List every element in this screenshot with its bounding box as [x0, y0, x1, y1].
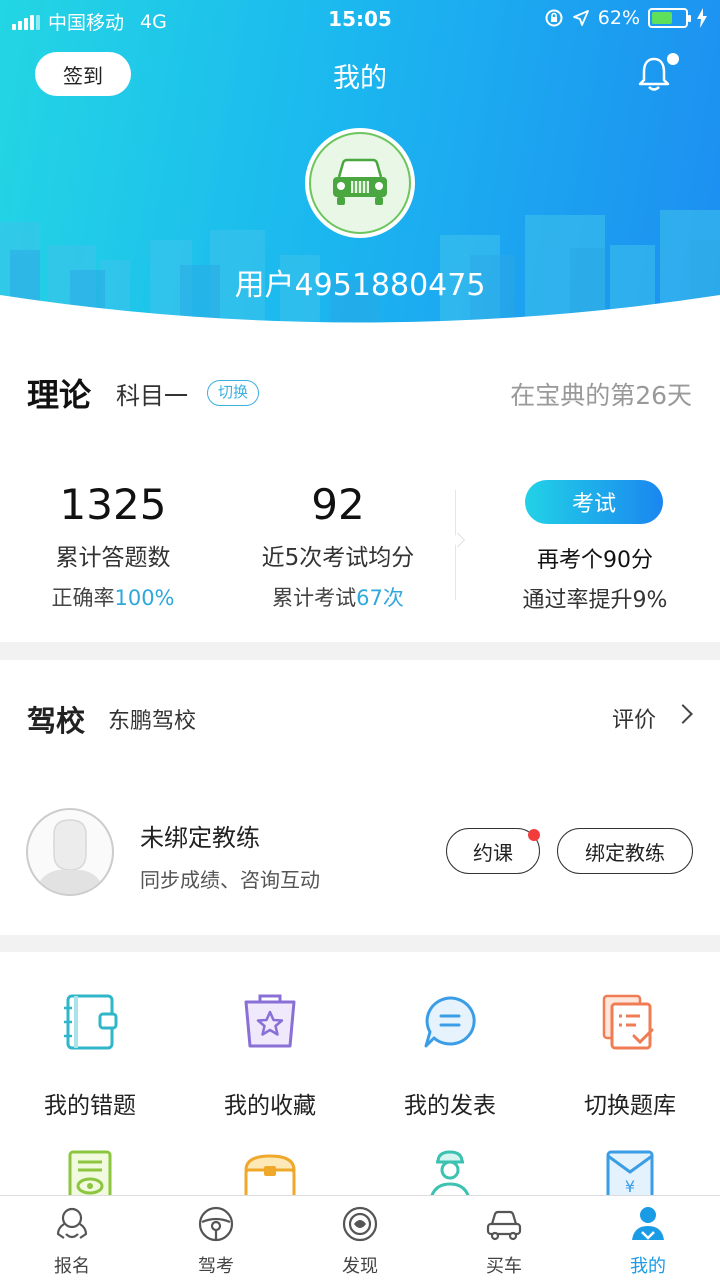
pass-rate-text: 通过率提升9%	[522, 588, 668, 613]
grid-item-row2-1[interactable]	[0, 1148, 180, 1195]
charging-icon	[697, 8, 707, 28]
grid-item-mistakes[interactable]: 我的错题	[0, 992, 180, 1120]
steering-wheel-icon	[198, 1206, 234, 1242]
exams-line: 累计考试67次	[226, 582, 450, 612]
tab-label: 我的	[630, 1256, 666, 1277]
svg-text:¥: ¥	[625, 1177, 635, 1195]
tab-mine[interactable]: 我的	[576, 1196, 720, 1280]
document-eye-icon	[68, 1150, 112, 1195]
grid-label: 我的发表	[404, 1093, 496, 1119]
grid-item-posts[interactable]: 我的发表	[360, 992, 540, 1120]
tab-label: 发现	[342, 1256, 378, 1277]
avg-score: 92	[311, 480, 365, 529]
profile-header: 中国移动 4G 15:05 62% 签到 我的 用户4951880475	[0, 0, 720, 330]
page-title: 我的	[333, 63, 387, 94]
avg-score-stat[interactable]: 92 近5次考试均分 累计考试67次	[226, 480, 450, 612]
answered-label: 累计答题数	[55, 545, 171, 571]
notebook-icon	[64, 994, 118, 1050]
status-bar: 中国移动 4G 15:05 62%	[0, 0, 720, 40]
feature-grid: 我的错题 我的收藏 我的发表 切换题库 ¥	[0, 952, 720, 1195]
star-bag-icon	[244, 994, 296, 1048]
grid-item-row2-4[interactable]: ¥	[540, 1148, 720, 1195]
status-right: 62%	[544, 7, 708, 29]
accuracy-line: 正确率100%	[0, 582, 226, 612]
tab-label: 买车	[486, 1256, 522, 1277]
switch-subject-button[interactable]: 切换	[207, 380, 259, 406]
exams-value: 67次	[356, 586, 404, 610]
avg-score-label: 近5次考试均分	[261, 545, 415, 571]
divider-chevron-icon	[450, 532, 466, 548]
rate-link[interactable]: 评价	[612, 702, 656, 734]
discover-icon	[342, 1206, 378, 1242]
avatar-inner	[309, 132, 411, 234]
treasure-chest-icon	[244, 1154, 296, 1195]
book-lesson-button[interactable]: 约课	[446, 828, 540, 874]
retake-text: 再考个90分	[537, 548, 653, 573]
grid-item-row2-2[interactable]	[180, 1148, 360, 1195]
subject-label: 科目一	[116, 382, 188, 410]
tab-signup[interactable]: 报名	[0, 1196, 144, 1280]
chevron-right-icon[interactable]	[673, 704, 693, 724]
tab-buy-car[interactable]: 买车	[432, 1196, 576, 1280]
coach-person-icon	[430, 1150, 470, 1195]
school-title: 驾校	[27, 704, 86, 738]
exams-prefix: 累计考试	[272, 586, 357, 610]
grid-label: 我的收藏	[224, 1093, 316, 1119]
book-notification-dot	[528, 829, 540, 841]
location-icon	[572, 10, 589, 26]
tab-label: 报名	[54, 1256, 90, 1277]
chat-bubble-icon	[424, 996, 476, 1048]
grid-item-row2-3[interactable]	[360, 1148, 540, 1195]
grid-label: 切换题库	[584, 1093, 676, 1119]
accuracy-prefix: 正确率	[51, 586, 115, 610]
bind-coach-button[interactable]: 绑定教练	[557, 828, 693, 874]
answered-stat[interactable]: 1325 累计答题数 正确率100%	[0, 480, 226, 612]
exam-button[interactable]: 考试	[525, 480, 663, 524]
school-name: 东鹏驾校	[108, 709, 197, 734]
coach-description: 同步成绩、咨询互动	[140, 868, 320, 892]
tab-driving-test[interactable]: 驾考	[144, 1196, 288, 1280]
tab-discover[interactable]: 发现	[288, 1196, 432, 1280]
grid-label: 我的错题	[44, 1093, 136, 1119]
username: 用户4951880475	[234, 268, 486, 303]
coach-avatar[interactable]	[26, 808, 114, 896]
red-envelope-icon: ¥	[606, 1150, 654, 1195]
question-bank-icon	[602, 994, 654, 1050]
person-placeholder-icon	[36, 819, 104, 894]
driving-school-card: 驾校 东鹏驾校 评价 未绑定教练 同步成绩、咨询互动 约课 绑定教练	[0, 660, 720, 935]
car-avatar-icon	[333, 158, 387, 205]
signup-icon	[56, 1207, 88, 1239]
grid-item-favorites[interactable]: 我的收藏	[180, 992, 360, 1120]
bottom-tab-bar: 报名 驾考 发现 买车 我的	[0, 1195, 720, 1280]
rotation-lock-icon	[545, 9, 563, 27]
theory-title: 理论	[27, 376, 92, 414]
notification-dot	[667, 53, 679, 65]
accuracy-value: 100%	[114, 586, 175, 610]
avatar[interactable]	[305, 128, 415, 238]
answered-count: 1325	[59, 480, 167, 529]
coach-status: 未绑定教练	[140, 824, 260, 852]
theory-card: 理论 科目一 切换 在宝典的第26天 1325 累计答题数 正确率100% 92…	[0, 330, 720, 642]
grid-item-question-bank[interactable]: 切换题库	[540, 992, 720, 1120]
profile-icon	[632, 1207, 664, 1240]
battery-icon	[648, 8, 691, 28]
car-icon	[486, 1210, 522, 1241]
tab-label: 驾考	[198, 1256, 234, 1277]
days-counter: 在宝典的第26天	[510, 381, 692, 410]
battery-percent: 62%	[597, 7, 640, 29]
